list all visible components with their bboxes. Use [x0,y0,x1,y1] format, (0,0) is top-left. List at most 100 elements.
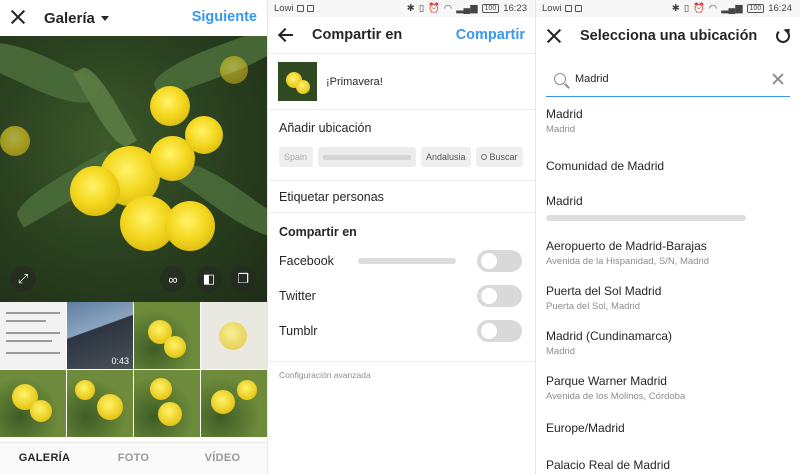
carrier-label: Lowi [542,3,562,14]
twitter-toggle[interactable] [477,284,522,307]
share-section-title: Compartir en [279,225,357,239]
gallery-grid: 0:43 [0,302,267,437]
wifi-icon: ◠ [443,3,453,14]
location-result-name: Madrid (Cundinamarca) [546,329,673,343]
location-result-item[interactable]: Aeropuerto de Madrid-Barajas Avenida de l… [536,235,800,280]
photo-preview[interactable]: ⤢ ∞ ◧ ❐ [0,36,267,302]
account-name [358,257,456,264]
location-chip[interactable]: Spain [279,147,313,167]
gallery-thumb[interactable] [134,370,200,437]
search-location-chip[interactable]: Buscar [475,147,523,167]
back-arrow-icon[interactable] [278,28,294,42]
location-result-item[interactable]: Parque Warner Madrid Avenida de los Molin… [536,370,800,415]
page-title: Selecciona una ubicación [580,27,758,44]
bluetooth-icon: ✱ [671,3,680,14]
location-header: Selecciona una ubicación [536,17,800,54]
location-result-name: Madrid [546,194,583,208]
share-panel: Lowi ✱ ▯ ⏰ ◠ ▂▄▆ 100 16:23 Compartir en … [267,0,535,474]
gallery-tabs: GALERÍA FOTO VÍDEO [0,442,267,474]
gallery-panel: Galería Siguiente ⤢ ∞ ◧ ❐ 0:43 GALERÍA F… [0,0,267,474]
vibrate-icon: ▯ [418,3,425,14]
caption-input[interactable]: ¡Primavera! [326,76,383,88]
status-bar: Lowi ✱ ▯ ⏰ ◠ ▂▄▆ 100 16:24 [536,0,800,17]
share-facebook-row: Facebook [268,243,535,278]
chevron-down-icon [100,15,109,21]
vibrate-icon: ▯ [683,3,690,14]
tag-people-button[interactable]: Etiquetar personas [268,180,535,213]
location-search-input[interactable] [575,73,755,85]
gallery-thumb[interactable] [67,370,133,437]
clock: 16:23 [503,3,527,14]
alarm-icon: ⏰ [693,3,705,14]
tab-photo[interactable]: FOTO [89,443,178,474]
network-label: Facebook [279,253,334,268]
location-result-name: Madrid [546,107,583,121]
status-bar: Lowi ✱ ▯ ⏰ ◠ ▂▄▆ 100 16:23 [268,0,535,17]
location-result-item[interactable]: Comunidad de Madrid [536,153,800,190]
location-result-address: Avenida de la Hispanidad, S/N, Madrid [546,256,710,267]
location-result-address: Avenida de los Molinos, Córdoba [546,391,686,402]
location-result-address [546,215,746,221]
gallery-thumb[interactable] [0,302,66,369]
search-icon [554,73,566,85]
share-twitter-row: Twitter [268,278,535,313]
location-result-item[interactable]: Madrid Madrid [536,103,800,153]
gallery-header: Galería Siguiente [0,0,267,36]
location-result-address: Madrid [546,346,576,357]
location-result-item[interactable]: Palacio Real de Madrid [536,452,800,474]
location-result-name: Palacio Real de Madrid [546,458,671,472]
clock: 16:24 [768,3,792,14]
location-result-item[interactable]: Europe/Madrid [536,415,800,452]
notification-icon [574,5,582,12]
carrier-label: Lowi [274,3,294,14]
network-label: Twitter [279,288,316,303]
layout-icon[interactable]: ◧ [196,266,222,292]
share-tumblr-row: Tumblr [268,313,535,348]
signal-icon: ▂▄▆ [721,3,743,14]
clear-search-button[interactable] [770,72,784,86]
gallery-thumb[interactable] [0,370,66,437]
location-result-item[interactable]: Madrid [536,190,800,235]
bluetooth-icon: ✱ [406,3,415,14]
gallery-thumb[interactable] [201,370,267,437]
gallery-title: Galería [44,9,95,27]
alarm-icon: ⏰ [428,3,440,14]
tab-video[interactable]: VÍDEO [178,443,267,474]
caption-row: ¡Primavera! [268,54,535,110]
location-chip[interactable]: Andalusia [421,147,471,167]
boomerang-icon[interactable]: ∞ [160,266,186,292]
location-result-name: Aeropuerto de Madrid-Barajas [546,239,707,253]
location-result-item[interactable]: Puerta del Sol Madrid Puerta del Sol, Mad… [536,280,800,325]
gallery-source-selector[interactable]: Galería [44,10,109,27]
location-result-item[interactable]: Madrid (Cundinamarca) Madrid [536,325,800,370]
refresh-icon[interactable] [776,29,790,43]
network-label: Tumblr [279,323,318,338]
clear-icon [770,72,784,86]
gallery-thumb[interactable] [201,302,267,369]
battery-icon: 100 [746,4,765,13]
facebook-toggle[interactable] [477,249,522,272]
tumblr-toggle[interactable] [477,319,522,342]
share-button[interactable]: Compartir [456,27,525,43]
share-header: Compartir en Compartir [268,17,535,54]
location-result-name: Puerta del Sol Madrid [546,284,662,298]
expand-icon[interactable]: ⤢ [10,266,36,292]
advanced-settings-link[interactable]: Configuración avanzada [268,361,535,388]
location-chip[interactable] [318,147,416,167]
close-icon [10,9,26,25]
close-button[interactable] [10,9,28,27]
notification-icon [306,5,314,12]
gallery-thumb[interactable] [134,302,200,369]
multi-select-icon[interactable]: ❐ [230,266,256,292]
add-location-button[interactable]: Añadir ubicación [268,110,535,147]
location-panel: Lowi ✱ ▯ ⏰ ◠ ▂▄▆ 100 16:24 Selecciona un… [535,0,800,474]
post-thumbnail [278,62,317,101]
search-chip-label: Buscar [489,152,518,162]
gallery-thumb-video[interactable]: 0:43 [67,302,133,369]
close-icon[interactable] [546,28,562,44]
location-results: Madrid Madrid Comunidad de Madrid Madrid Aer… [536,103,800,474]
wifi-icon: ◠ [708,3,718,14]
page-title: Compartir en [312,27,403,43]
next-button[interactable]: Siguiente [192,9,257,25]
tab-gallery[interactable]: GALERÍA [0,443,89,474]
